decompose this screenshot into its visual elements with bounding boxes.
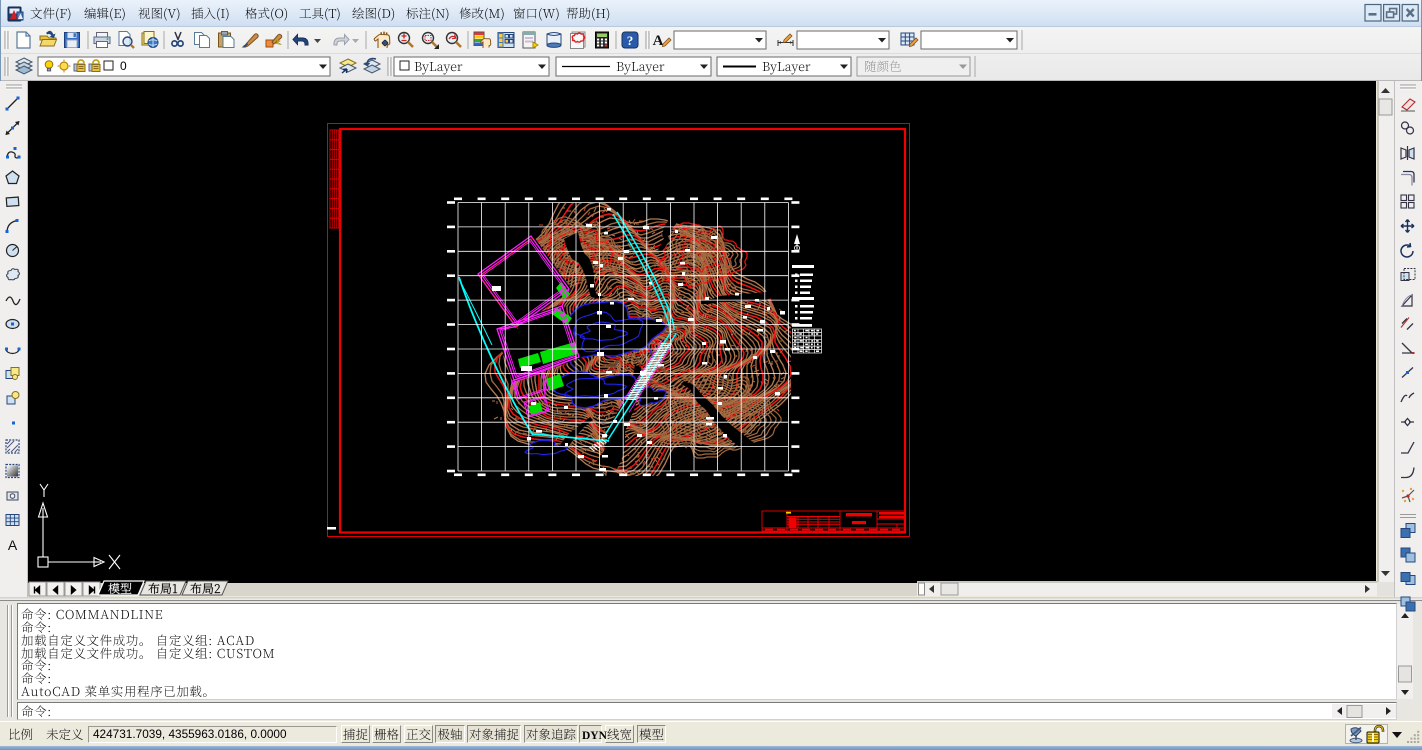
svg-text:0: 0 [120,59,127,73]
svg-text:DYN: DYN [582,730,608,742]
svg-text:424731.7039, 4355963.0186, 0.0: 424731.7039, 4355963.0186, 0.0000 [93,727,287,741]
